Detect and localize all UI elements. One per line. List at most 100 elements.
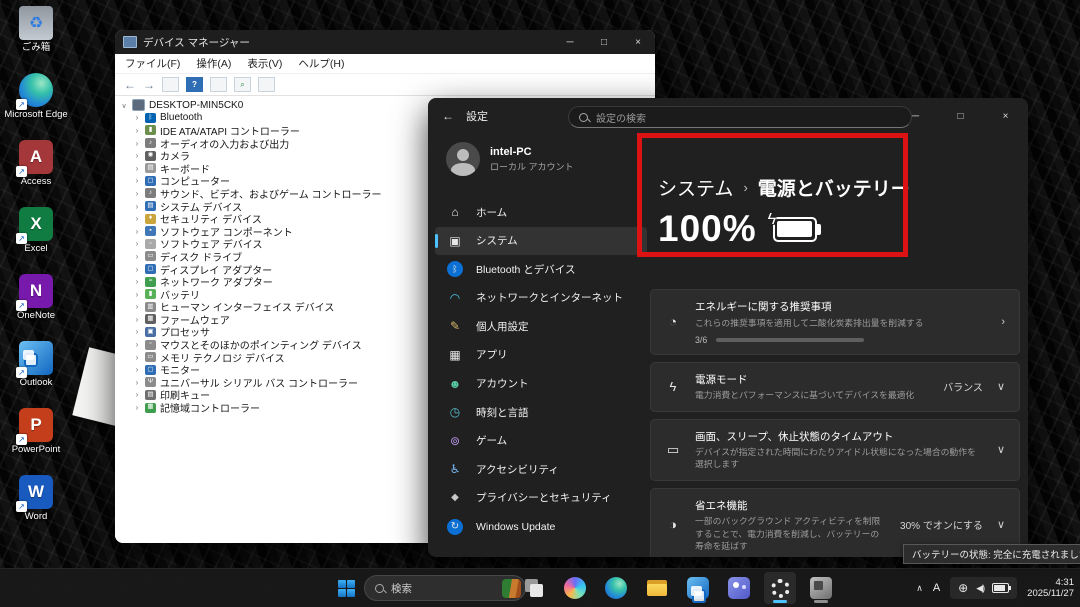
taskbar-search[interactable]: 検索 — [364, 575, 526, 601]
expand-chevron-icon[interactable] — [133, 290, 141, 299]
nav-item-icon: ᛒ — [447, 261, 463, 277]
help-icon[interactable]: ? — [186, 77, 203, 92]
card-value[interactable]: 30% でオンにする — [900, 517, 983, 532]
card-value[interactable]: バランス — [943, 379, 983, 394]
settings-card[interactable]: ϟ 電源モード 電力消費とパフォーマンスに基づいてデバイスを最適化 バランス ∨ — [650, 362, 1020, 412]
back-icon[interactable]: ← — [442, 109, 454, 123]
expand-chevron-icon[interactable] — [133, 176, 141, 185]
expand-chevron-icon[interactable] — [133, 202, 141, 211]
desktop-icon[interactable]: A Access — [4, 140, 68, 187]
ime-indicator[interactable]: A — [933, 582, 940, 594]
expand-chevron-icon[interactable] — [133, 327, 141, 336]
minimize-button[interactable]: ─ — [553, 30, 587, 54]
expand-chevron-icon[interactable] — [133, 378, 141, 387]
settings-card[interactable]: ▭ 画面、スリープ、休止状態のタイムアウト デバイスが指定された時間にわたりアイ… — [650, 419, 1020, 481]
properties-icon[interactable] — [210, 77, 227, 92]
settings-nav-item[interactable]: ◆ プライバシーとセキュリティ — [435, 484, 647, 512]
close-button[interactable]: × — [983, 98, 1028, 134]
expand-chevron-icon[interactable] — [133, 214, 141, 223]
expand-chevron-icon[interactable] — [133, 164, 141, 173]
settings-nav-item[interactable]: ♿ アクセシビリティ — [435, 455, 647, 483]
settings-nav-item[interactable]: ☻ アカウント — [435, 370, 647, 398]
scan-hardware-changes-icon[interactable]: ⌕ — [234, 77, 251, 92]
settings-nav-item[interactable]: ✎ 個人用設定 — [435, 312, 647, 340]
desktop-icon[interactable]: Outlook — [4, 341, 68, 388]
settings-card[interactable]: ◔ エネルギーに関する推奨事項 これらの推奨事項を適用して二酸化炭素排出量を削減… — [650, 289, 1020, 355]
tray-icon-group[interactable]: ⊕ ◀) — [950, 577, 1017, 599]
taskbar-app-icon[interactable] — [682, 572, 714, 604]
menu-item[interactable]: ヘルプ(H) — [290, 54, 352, 73]
tray-overflow-chevron-icon[interactable]: ∧ — [916, 583, 923, 594]
settings-nav-item[interactable]: ◠ ネットワークとインターネット — [435, 284, 647, 312]
settings-titlebar[interactable]: ← 設定 設定の検索 ─ □ × — [428, 98, 1028, 134]
maximize-button[interactable]: □ — [938, 98, 983, 134]
shortcut-arrow-icon — [16, 233, 27, 244]
menu-item[interactable]: 操作(A) — [188, 54, 239, 73]
taskbar-app-icon[interactable] — [805, 572, 837, 604]
expand-chevron-icon[interactable] — [133, 365, 141, 374]
expand-chevron-icon[interactable] — [133, 340, 141, 349]
expand-chevron-icon[interactable] — [133, 113, 141, 122]
nav-item-label: Bluetooth とデバイス — [476, 262, 575, 277]
desktop-icon[interactable]: Microsoft Edge — [4, 73, 68, 120]
device-manager-toolbar: ← → ? ⌕ — [115, 74, 655, 96]
taskbar-app-icon[interactable] — [641, 572, 673, 604]
settings-nav-item[interactable]: ▣ システム — [435, 227, 647, 255]
expand-chevron-icon[interactable] — [133, 315, 141, 324]
expand-chevron-icon[interactable] — [133, 239, 141, 248]
start-button[interactable] — [338, 580, 355, 597]
account-chip[interactable]: intel-PC ローカル アカウント — [446, 142, 574, 176]
expand-chevron-icon[interactable] — [133, 252, 141, 261]
settings-nav-item[interactable]: ↻ Windows Update — [435, 513, 647, 541]
expand-chevron-icon[interactable] — [133, 227, 141, 236]
expand-chevron-icon[interactable] — [133, 302, 141, 311]
maximize-button[interactable]: □ — [587, 30, 621, 54]
settings-nav-item[interactable]: ◷ 時刻と言語 — [435, 398, 647, 426]
chevron-icon[interactable]: ∨ — [997, 518, 1005, 531]
chevron-icon[interactable]: › — [1001, 316, 1005, 328]
desktop-icon[interactable]: N OneNote — [4, 274, 68, 321]
expand-chevron-icon[interactable] — [133, 189, 141, 198]
card-icon: ϟ — [665, 379, 681, 394]
device-manager-titlebar[interactable]: デバイス マネージャー ─ □ × — [115, 30, 655, 54]
chevron-icon[interactable]: ∨ — [997, 443, 1005, 456]
taskbar-app-icon[interactable] — [518, 572, 550, 604]
expand-chevron-icon[interactable] — [133, 126, 141, 135]
forward-icon[interactable]: → — [143, 79, 155, 91]
menu-item[interactable]: 表示(V) — [239, 54, 290, 73]
settings-nav-item[interactable]: ᛒ Bluetooth とデバイス — [435, 255, 647, 283]
desktop-icon[interactable]: X Excel — [4, 207, 68, 254]
taskbar-app-icon[interactable] — [600, 572, 632, 604]
settings-search-input[interactable]: 設定の検索 — [568, 106, 912, 128]
expand-chevron-icon[interactable] — [133, 139, 141, 148]
computer-name: DESKTOP-MIN5CK0 — [149, 100, 243, 111]
taskbar-app-icon[interactable] — [764, 572, 796, 604]
collapse-chevron-icon[interactable] — [120, 101, 128, 110]
expand-chevron-icon[interactable] — [133, 353, 141, 362]
desktop-icon[interactable]: ごみ箱 — [4, 6, 68, 53]
device-manager-app-icon — [123, 36, 137, 48]
legacy-hardware-icon[interactable] — [258, 77, 275, 92]
show-console-tree-icon[interactable] — [162, 77, 179, 92]
settings-nav-item[interactable]: ⊚ ゲーム — [435, 427, 647, 455]
desktop-icon[interactable]: W Word — [4, 475, 68, 522]
device-category-icon: ♦ — [145, 214, 156, 224]
chevron-icon[interactable]: ∨ — [997, 380, 1005, 393]
expand-chevron-icon[interactable] — [133, 151, 141, 160]
clock[interactable]: 4:31 2025/11/27 — [1027, 577, 1074, 599]
back-icon[interactable]: ← — [124, 79, 136, 91]
expand-chevron-icon[interactable] — [133, 403, 141, 412]
expand-chevron-icon[interactable] — [133, 390, 141, 399]
expand-chevron-icon[interactable] — [133, 277, 141, 286]
desktop-icon[interactable]: P PowerPoint — [4, 408, 68, 455]
expand-chevron-icon[interactable] — [133, 265, 141, 274]
minimize-button[interactable]: ─ — [893, 98, 938, 134]
settings-nav-item[interactable]: ⌂ ホーム — [435, 198, 647, 226]
close-button[interactable]: × — [621, 30, 655, 54]
menu-item[interactable]: ファイル(F) — [117, 54, 188, 73]
nav-item-icon: ♿ — [447, 461, 463, 477]
taskbar-app-icon[interactable] — [559, 572, 591, 604]
nav-item-icon: ◠ — [447, 290, 463, 306]
settings-nav-item[interactable]: ▦ アプリ — [435, 341, 647, 369]
taskbar-app-icon[interactable] — [723, 572, 755, 604]
